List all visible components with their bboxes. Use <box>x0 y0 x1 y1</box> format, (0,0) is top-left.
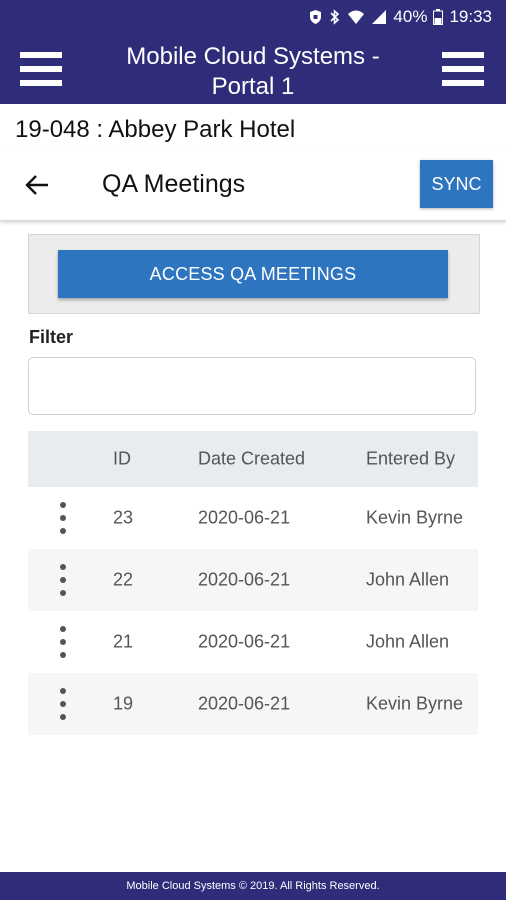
battery-icon <box>433 9 444 25</box>
shield-icon <box>310 10 322 24</box>
page-title: QA Meetings <box>102 170 246 198</box>
clock: 19:33 <box>449 7 492 26</box>
filter-input[interactable] <box>28 357 476 415</box>
bluetooth-icon <box>330 9 340 25</box>
row-entered-by: John Allen <box>366 631 450 652</box>
page-header: QA Meetings SYNC <box>0 150 506 221</box>
table-row[interactable]: 21 2020-06-21 John Allen <box>28 611 478 673</box>
app-title-line1: Mobile Cloud Systems - <box>126 43 380 70</box>
hamburger-menu-icon[interactable] <box>20 52 62 86</box>
access-panel: ACCESS QA MEETINGS <box>28 234 480 314</box>
footer: Mobile Cloud Systems © 2019. All Rights … <box>0 872 506 900</box>
sync-button[interactable]: SYNC <box>420 160 493 208</box>
row-date-created: 2020-06-21 <box>198 507 291 528</box>
hamburger-menu-icon[interactable] <box>442 52 484 86</box>
project-label: 19-048 : Abbey Park Hotel <box>15 116 296 143</box>
status-bar: 40% 19:33 <box>0 0 506 36</box>
row-id: 21 <box>113 631 134 652</box>
app-title: Mobile Cloud Systems - Portal 1 <box>80 42 426 102</box>
row-entered-by: Kevin Byrne <box>366 507 464 528</box>
table-row[interactable]: 22 2020-06-21 John Allen <box>28 549 478 611</box>
row-id: 19 <box>113 693 134 714</box>
row-id: 23 <box>113 507 134 528</box>
row-date-created: 2020-06-21 <box>198 631 291 652</box>
more-vertical-icon[interactable] <box>59 688 67 720</box>
row-date-created: 2020-06-21 <box>198 693 291 714</box>
app-title-line2: Portal 1 <box>211 73 295 100</box>
qa-meetings-table: ID Date Created Entered By 23 2020-06-21… <box>28 431 478 735</box>
filter-label: Filter <box>29 327 74 347</box>
more-vertical-icon[interactable] <box>59 564 67 596</box>
more-vertical-icon[interactable] <box>59 626 67 658</box>
battery-percent: 40% <box>393 7 428 26</box>
column-header-id[interactable]: ID <box>113 449 131 470</box>
arrow-left-icon[interactable] <box>24 172 50 198</box>
row-id: 22 <box>113 569 134 590</box>
column-header-entered-by[interactable]: Entered By <box>366 449 455 470</box>
row-entered-by: Kevin Byrne <box>366 693 464 714</box>
table-row[interactable]: 23 2020-06-21 Kevin Byrne <box>28 487 478 549</box>
copyright-text: Mobile Cloud Systems © 2019. All Rights … <box>126 880 380 892</box>
more-vertical-icon[interactable] <box>59 502 67 534</box>
app-header: Mobile Cloud Systems - Portal 1 <box>0 36 506 104</box>
wifi-icon <box>348 10 365 24</box>
column-header-date-created[interactable]: Date Created <box>198 449 305 470</box>
row-entered-by: John Allen <box>366 569 450 590</box>
table-header: ID Date Created Entered By <box>28 431 478 487</box>
row-date-created: 2020-06-21 <box>198 569 291 590</box>
access-qa-meetings-button[interactable]: ACCESS QA MEETINGS <box>58 250 448 298</box>
signal-icon <box>372 10 387 24</box>
table-row[interactable]: 19 2020-06-21 Kevin Byrne <box>28 673 478 735</box>
